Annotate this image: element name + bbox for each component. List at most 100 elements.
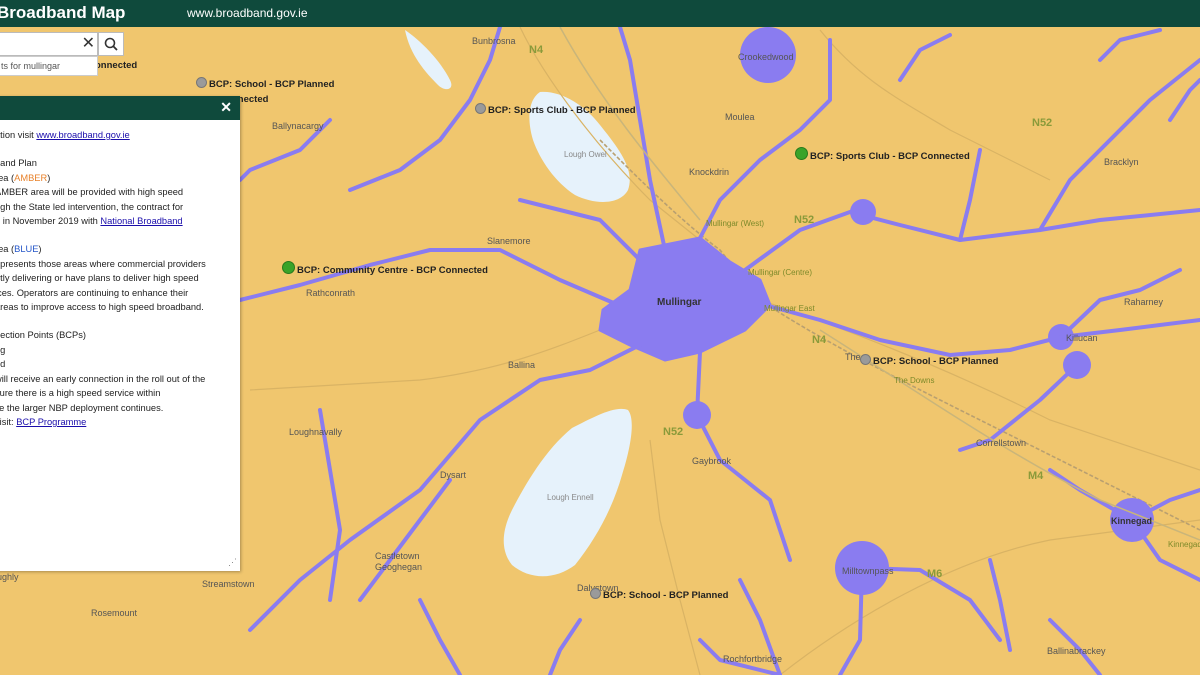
panel-text: rea ( [0,172,15,183]
bcp-marker-sports-planned[interactable]: BCP: Sports Club - BCP Planned [475,103,636,116]
panel-text: ugh the State led intervention, the cont… [0,201,184,212]
bcp-planned-dot [196,77,207,88]
panel-line: rea (AMBER) [0,171,240,185]
panel-text: ng [0,344,6,355]
panel-text: ntly delivering or have plans to deliver… [0,273,199,284]
blue-label: BLUE [14,244,39,255]
info-panel: ✕ ation visit www.broadband.gov.ie band … [0,96,240,571]
bcp-label: BCP: School - BCP Planned [209,79,335,90]
resize-grip-icon[interactable]: ⋰ [228,557,237,568]
bcp-connected-dot [795,147,808,160]
panel-text: ) [47,172,51,183]
bcp-planned-dot [475,103,486,114]
panel-line: d in November 2019 with National Broadba… [0,214,240,228]
panel-text: ed [0,359,6,370]
panel-heading: band Plan [0,158,37,169]
panel-line: rea (BLUE) [0,242,240,256]
place-label: Dysart [440,470,467,480]
panel-heading: nection Points (BCPs) [0,330,86,341]
place-label: ughly [0,572,19,582]
panel-line: visit: BCP Programme [0,415,240,429]
place-label: Rosemount [91,608,138,618]
bcp-marker-school-planned[interactable]: BCP: School - BCP Planned [590,588,728,601]
bcp-label: BCP: Sports Club - BCP Connected [810,151,970,162]
bcp-label: BCP: School - BCP Planned [873,356,999,367]
place-label: The [845,352,861,362]
place-label: Rochfortbridge [723,654,783,664]
bcp-marker-school-planned[interactable]: BCP: School - BCP Planned [196,77,334,90]
place-label: Ballinabrackey [1047,646,1106,656]
search-input[interactable]: ✕ [0,32,98,56]
place-label: Loughnavally [289,427,343,437]
place-label: Castletown [375,551,420,561]
close-icon[interactable]: ✕ [82,34,95,54]
town-label-mullingar: Mullingar [657,297,702,308]
panel-text: ices. Operators are continuing to enhanc… [0,287,189,298]
station-label: Mullingar (West) [706,219,765,228]
panel-text: rea ( [0,244,15,255]
site-url[interactable]: www.broadband.gov.ie [187,6,308,20]
lake-label: Lough Ennell [547,493,594,502]
place-label: Ballina [508,360,536,370]
lake-label: Lough Owel [564,150,607,159]
bcp-planned-dot [860,354,871,365]
road-label: N4 [529,44,544,56]
station-label: Mullingar (Centre) [748,268,813,277]
place-label: Raharney [1124,297,1164,307]
amber-label: AMBER [14,172,48,183]
bcp-marker-school-planned[interactable]: BCP: School - BCP Planned [860,354,998,367]
bcp-marker-sports-connected[interactable]: BCP: Sports Club - BCP Connected [795,147,970,162]
place-label: Geoghegan [375,562,423,572]
road-label: N52 [1032,117,1053,129]
panel-body: ation visit www.broadband.gov.ie band Pl… [0,120,240,429]
place-label: Bunbrosna [472,36,516,46]
place-label: Streamstown [202,579,255,589]
panel-text: will receive an early connection in the … [0,373,206,384]
road-label: N52 [794,214,815,226]
place-label: Killucan [1066,333,1098,343]
search-button[interactable] [98,32,124,56]
place-label: Moulea [725,112,755,122]
panel-text: sure there is a high speed service withi… [0,388,161,399]
place-label: Correllstown [976,438,1027,448]
bcp-planned-dot [590,588,601,599]
place-label: Slanemore [487,236,531,246]
bcp-label: BCP: Sports Club - BCP Planned [488,105,636,116]
header-bar: Broadband Map www.broadband.gov.ie [0,0,1200,27]
bcp-marker-community-connected[interactable]: BCP: Community Centre - BCP Connected [282,261,488,276]
place-label: Knockdrin [689,167,730,177]
panel-line: ation visit www.broadband.gov.ie [0,128,240,142]
panel-text: ) [38,244,42,255]
road-label: N4 [812,334,827,346]
place-label: Crookedwood [738,52,794,62]
bcp-label: BCP: School - BCP Planned [603,590,729,601]
bcp-label-partial: onnected [95,60,137,71]
bcp-label: onnected [95,60,138,71]
close-icon[interactable]: ✕ [220,99,232,116]
search-suggestion[interactable]: ts for mullingar [0,56,98,76]
panel-text: epresents those areas where commercial p… [0,258,206,269]
place-label: Ballynacargy [272,121,324,131]
bcp-connected-dot [282,261,295,274]
panel-text: visit: [0,416,14,427]
place-label: Gaybrook [692,456,732,466]
place-label: Kinnegad [1111,516,1153,526]
search-icon [104,37,118,51]
broadband-link[interactable]: www.broadband.gov.ie [36,130,129,140]
panel-text: AMBER area will be provided with high sp… [0,187,184,198]
panel-text: ation visit [0,130,34,140]
place-label: Rathconrath [306,288,356,298]
nbp-link[interactable]: National Broadband [100,216,182,226]
road-label: M6 [927,568,943,580]
station-label: The Downs [894,376,935,385]
panel-header: ✕ [0,96,240,120]
place-label: Bracklyn [1104,157,1139,167]
road-label: M4 [1028,470,1044,482]
road-label: N52 [663,426,684,438]
bcp-label: BCP: Community Centre - BCP Connected [297,265,488,276]
panel-text: areas to improve access to high speed br… [0,302,204,313]
bcp-programme-link[interactable]: BCP Programme [16,417,86,427]
panel-text: ile the larger NBP deployment continues. [0,402,164,413]
place-label: Kinnegad [1168,540,1200,549]
place-label: Milltownpass [842,566,894,576]
